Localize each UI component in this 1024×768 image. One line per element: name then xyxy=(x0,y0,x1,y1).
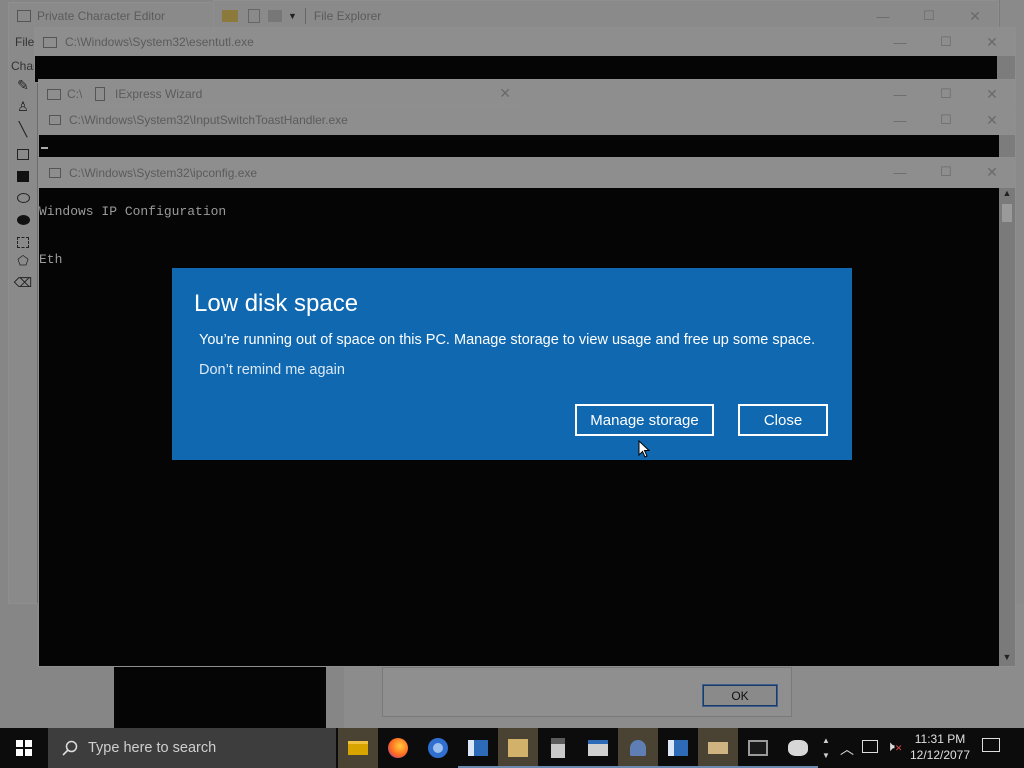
filled-rect-tool-icon[interactable] xyxy=(11,165,35,187)
hollow-ellipse-tool-icon[interactable] xyxy=(11,187,35,209)
volume-muted-icon[interactable]: 🕨✕ xyxy=(886,738,902,755)
console-icon xyxy=(47,88,61,100)
line-tool-icon[interactable]: ╲ xyxy=(11,121,35,143)
notepad-taskbar-icon[interactable] xyxy=(578,728,618,768)
new-folder-icon[interactable] xyxy=(268,10,282,22)
close-button[interactable]: ✕ xyxy=(499,85,511,102)
scroll-up-arrow-icon[interactable]: ▲ xyxy=(999,188,1015,202)
search-placeholder: Type here to search xyxy=(88,740,217,756)
window-title: Private Character Editor xyxy=(37,9,166,23)
taskbar-search-box[interactable]: Type here to search xyxy=(48,728,336,768)
dark-panel xyxy=(114,667,326,728)
esentutl-window: C:\Windows\System32\esentutl.exe — ☐ ✕ xyxy=(34,27,1016,83)
file-explorer-taskbar-icon[interactable] xyxy=(338,728,378,768)
system-tray: ︿ 🕨✕ 11:31 PM 12/12/2077 xyxy=(836,728,1024,768)
toast-handler-window: C:\Windows\System32\InputSwitchToastHand… xyxy=(38,106,1016,157)
low-disk-space-notification: Low disk space You’re running out of spa… xyxy=(172,268,852,460)
brush-tool-icon[interactable]: ♙ xyxy=(11,99,35,121)
console-taskbar-icon[interactable] xyxy=(738,728,778,768)
console-icon xyxy=(43,36,57,48)
firefox-taskbar-icon[interactable] xyxy=(378,728,418,768)
start-button[interactable] xyxy=(0,728,48,768)
private-character-editor-taskbar-icon[interactable] xyxy=(498,728,538,768)
notifications-icon[interactable] xyxy=(982,738,1000,752)
maximize-button[interactable]: ☐ xyxy=(923,107,969,133)
manage-storage-button[interactable]: Manage storage xyxy=(575,404,714,436)
scroll-down-icon[interactable]: ▼ xyxy=(822,751,830,760)
rect-select-tool-icon[interactable] xyxy=(11,231,35,253)
esentutl-titlebar[interactable]: C:\Windows\System32\esentutl.exe xyxy=(35,28,1015,56)
maximize-button[interactable]: ☐ xyxy=(923,80,969,108)
tool-palette: ✎ ♙ ╲ ⬠ ⌫ xyxy=(11,77,35,303)
chevron-down-icon[interactable]: ▼ xyxy=(288,11,297,21)
console-line-ip-configuration: Windows IP Configuration xyxy=(39,204,227,219)
console-line-ethernet: Eth xyxy=(39,252,63,267)
close-button[interactable]: ✕ xyxy=(969,28,1015,56)
iexpress-wizard-titlebar[interactable]: IExpress Wizard xyxy=(87,81,521,107)
chrome-taskbar-icon[interactable] xyxy=(418,728,458,768)
outlook-alt-taskbar-icon[interactable] xyxy=(658,728,698,768)
outlook-taskbar-icon[interactable] xyxy=(458,728,498,768)
calculator-taskbar-icon[interactable] xyxy=(538,728,578,768)
close-button[interactable]: ✕ xyxy=(969,107,1015,133)
file-explorer-window: ▼ File Explorer — ☐ ✕ xyxy=(213,0,999,30)
clock-time: 11:31 PM xyxy=(914,732,966,746)
close-button[interactable]: ✕ xyxy=(969,158,1015,186)
folder-icon xyxy=(222,10,238,22)
scroll-thumb[interactable] xyxy=(1002,204,1012,222)
network-icon[interactable] xyxy=(862,740,878,753)
properties-icon[interactable] xyxy=(248,9,260,23)
window-title: IExpress Wizard xyxy=(115,87,203,101)
chevron-up-icon[interactable]: ︿ xyxy=(840,739,854,759)
clock[interactable]: 11:31 PM 12/12/2077 xyxy=(908,731,972,763)
scroll-up-icon[interactable]: ▲ xyxy=(822,736,830,745)
mouse-cursor-icon xyxy=(638,439,651,463)
toast-handler-scrollbar[interactable] xyxy=(999,135,1015,157)
window-title: C:\Windows\System32\InputSwitchToastHand… xyxy=(69,113,348,127)
freeform-select-tool-icon[interactable]: ⬠ xyxy=(11,253,35,275)
window-title: C:\Windows\System32\esentutl.exe xyxy=(65,35,254,49)
menu-file[interactable]: File xyxy=(15,35,34,49)
maximize-button[interactable]: ☐ xyxy=(923,28,969,56)
printer-taskbar-icon[interactable] xyxy=(698,728,738,768)
dialog-window: OK xyxy=(382,667,792,717)
console-icon xyxy=(49,168,61,178)
maximize-button[interactable]: ☐ xyxy=(923,158,969,186)
window-title: C:\Windows\System32\ipconfig.exe xyxy=(69,166,258,180)
scroll-down-arrow-icon[interactable]: ▼ xyxy=(999,652,1015,666)
console-icon xyxy=(49,115,61,125)
eraser-tool-icon[interactable]: ⌫ xyxy=(11,275,35,297)
ok-button[interactable]: OK xyxy=(702,684,778,707)
close-button[interactable]: ✕ xyxy=(969,80,1015,108)
iexpress-wizard-window: IExpress Wizard ✕ xyxy=(86,80,522,106)
network-taskbar-icon[interactable] xyxy=(618,728,658,768)
toast-handler-console xyxy=(39,135,999,157)
toolbar-divider xyxy=(304,8,306,24)
clock-date: 12/12/2077 xyxy=(909,748,971,762)
windows-logo-icon xyxy=(16,740,32,756)
minimize-button[interactable]: — xyxy=(877,107,923,133)
notification-title: Low disk space xyxy=(194,290,359,317)
minimize-button[interactable]: — xyxy=(877,28,923,56)
window-title: C:\ xyxy=(67,87,83,101)
window-title: File Explorer xyxy=(313,9,382,23)
console-cursor xyxy=(41,147,48,149)
ie-taskbar-icon[interactable] xyxy=(778,728,818,768)
close-notification-button[interactable]: Close xyxy=(738,404,828,436)
notification-message: You’re running out of space on this PC. … xyxy=(199,332,816,348)
dont-remind-link[interactable]: Don’t remind me again xyxy=(199,362,345,378)
minimize-button[interactable]: — xyxy=(877,158,923,186)
hollow-rect-tool-icon[interactable] xyxy=(11,143,35,165)
ipconfig-scrollbar[interactable]: ▲ ▼ xyxy=(999,188,1015,666)
installer-icon xyxy=(95,87,105,101)
search-icon xyxy=(62,740,78,756)
ipconfig-titlebar[interactable]: C:\Windows\System32\ipconfig.exe xyxy=(39,158,1015,188)
pencil-tool-icon[interactable]: ✎ xyxy=(11,77,35,99)
editor-app-icon xyxy=(17,10,31,22)
filled-ellipse-tool-icon[interactable] xyxy=(11,209,35,231)
toast-handler-titlebar[interactable]: C:\Windows\System32\InputSwitchToastHand… xyxy=(39,107,1015,133)
minimize-button[interactable]: — xyxy=(877,80,923,108)
taskbar-overflow-scroll[interactable]: ▲ ▼ xyxy=(818,728,834,768)
